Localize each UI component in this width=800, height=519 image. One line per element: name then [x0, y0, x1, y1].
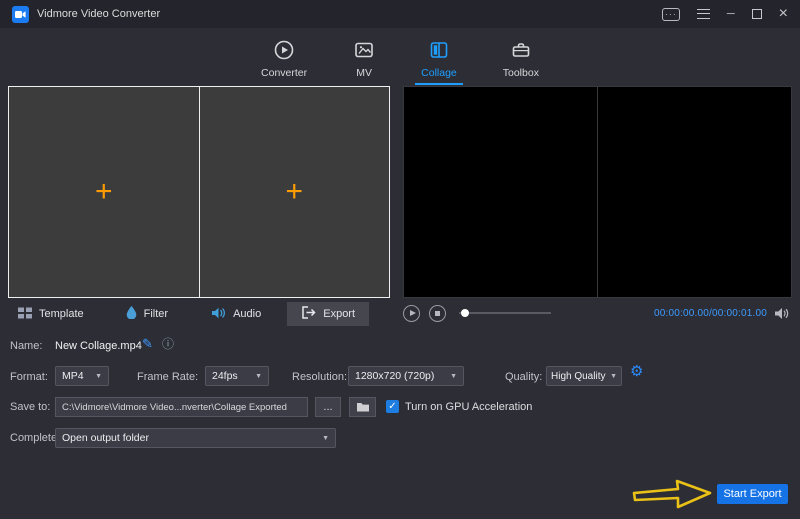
- audio-icon: [212, 307, 226, 322]
- preview-area: [403, 86, 792, 298]
- chevron-down-icon: ▼: [450, 373, 457, 380]
- save-to-label: Save to:: [10, 401, 50, 413]
- menu-icon[interactable]: [697, 9, 710, 19]
- gpu-acceleration-label: Turn on GPU Acceleration: [405, 401, 532, 413]
- main-tab-bar: Converter MV Collage: [0, 28, 800, 85]
- add-video-plus-icon: +: [285, 177, 303, 207]
- resolution-label: Resolution:: [292, 371, 347, 383]
- play-button[interactable]: [403, 305, 420, 322]
- quality-value: High Quality: [551, 371, 605, 382]
- start-export-button[interactable]: Start Export: [717, 484, 788, 504]
- toolbar-label: Filter: [144, 308, 168, 320]
- check-icon: ✓: [388, 402, 396, 412]
- collage-cell-add-2[interactable]: +: [200, 87, 390, 297]
- tab-label: Toolbox: [503, 67, 539, 79]
- time-display: 00:00:00.00/00:00:01.00: [654, 308, 767, 319]
- name-value: New Collage.mp4: [55, 340, 142, 352]
- tab-mv[interactable]: MV: [347, 28, 381, 85]
- seek-slider[interactable]: [459, 312, 551, 314]
- feedback-icon[interactable]: ···: [662, 8, 680, 21]
- preview-pane-2: [598, 87, 791, 297]
- template-icon: [18, 307, 32, 322]
- close-icon[interactable]: ×: [779, 6, 788, 22]
- vidmore-video-converter-window: Vidmore Video Converter ··· ─ × Converte…: [0, 0, 800, 519]
- app-logo-icon: [12, 6, 29, 23]
- maximize-icon[interactable]: [752, 9, 762, 19]
- format-value: MP4: [62, 370, 84, 382]
- complete-action-value: Open output folder: [62, 432, 149, 444]
- add-video-plus-icon: +: [95, 177, 113, 207]
- chevron-down-icon: ▼: [610, 373, 617, 380]
- frame-rate-label: Frame Rate:: [137, 371, 198, 383]
- filter-button[interactable]: Filter: [118, 302, 176, 326]
- gpu-acceleration-checkbox[interactable]: ✓: [386, 400, 399, 413]
- template-button[interactable]: Template: [10, 302, 92, 326]
- play-icon: [410, 310, 416, 316]
- tab-label: Collage: [421, 67, 457, 79]
- toolbar-label: Audio: [233, 308, 261, 320]
- format-label: Format:: [10, 371, 48, 383]
- seek-knob[interactable]: [461, 309, 469, 317]
- converter-icon: [273, 39, 295, 61]
- volume-icon[interactable]: [775, 307, 790, 320]
- collage-icon: [428, 39, 450, 61]
- window-title: Vidmore Video Converter: [37, 8, 160, 20]
- minimize-icon[interactable]: ─: [727, 9, 735, 20]
- export-icon: [301, 306, 316, 322]
- save-path-field[interactable]: C:\Vidmore\Vidmore Video...nverter\Colla…: [55, 397, 308, 417]
- info-icon[interactable]: ⓘ: [162, 338, 174, 350]
- frame-rate-select[interactable]: 24fps ▼: [205, 366, 269, 386]
- stop-button[interactable]: [429, 305, 446, 322]
- window-controls: ··· ─ ×: [662, 6, 788, 22]
- mv-icon: [353, 39, 375, 61]
- chevron-down-icon: ▼: [322, 435, 329, 442]
- audio-button[interactable]: Audio: [204, 302, 269, 326]
- tab-label: Converter: [261, 67, 307, 79]
- tab-converter[interactable]: Converter: [255, 28, 313, 85]
- tab-toolbox[interactable]: Toolbox: [497, 28, 545, 85]
- resolution-select[interactable]: 1280x720 (720p) ▼: [348, 366, 464, 386]
- gear-icon[interactable]: ⚙: [630, 364, 643, 379]
- frame-rate-value: 24fps: [212, 370, 238, 382]
- annotation-arrow-icon: [630, 476, 716, 517]
- name-label: Name:: [10, 340, 42, 352]
- chevron-down-icon: ▼: [95, 373, 102, 380]
- folder-icon: [357, 402, 369, 412]
- collage-toolbar: Template Filter Audio: [8, 302, 390, 326]
- collage-cell-add-1[interactable]: +: [9, 87, 200, 297]
- quality-select[interactable]: High Quality ▼: [546, 366, 622, 386]
- collage-edit-area: + +: [8, 86, 390, 298]
- edit-name-pencil-icon[interactable]: ✎: [142, 337, 153, 350]
- resolution-value: 1280x720 (720p): [355, 370, 434, 382]
- browse-button[interactable]: ...: [315, 397, 341, 417]
- toolbox-icon: [510, 39, 532, 61]
- quality-label: Quality:: [505, 371, 542, 383]
- open-folder-button[interactable]: [349, 397, 376, 417]
- chevron-down-icon: ▼: [255, 373, 262, 380]
- tab-collage[interactable]: Collage: [415, 28, 463, 85]
- preview-pane-1: [404, 87, 598, 297]
- complete-action-select[interactable]: Open output folder ▼: [55, 428, 336, 448]
- export-button[interactable]: Export: [287, 302, 369, 326]
- filter-icon: [126, 306, 137, 322]
- toolbar-label: Template: [39, 308, 84, 320]
- toolbar-label: Export: [323, 308, 355, 320]
- complete-label: Complete:: [10, 432, 60, 444]
- playback-bar: 00:00:00.00/00:00:01.00: [403, 301, 792, 325]
- title-bar: Vidmore Video Converter ··· ─ ×: [0, 0, 800, 28]
- tab-label: MV: [356, 67, 372, 79]
- format-select[interactable]: MP4 ▼: [55, 366, 109, 386]
- stop-icon: [435, 311, 440, 316]
